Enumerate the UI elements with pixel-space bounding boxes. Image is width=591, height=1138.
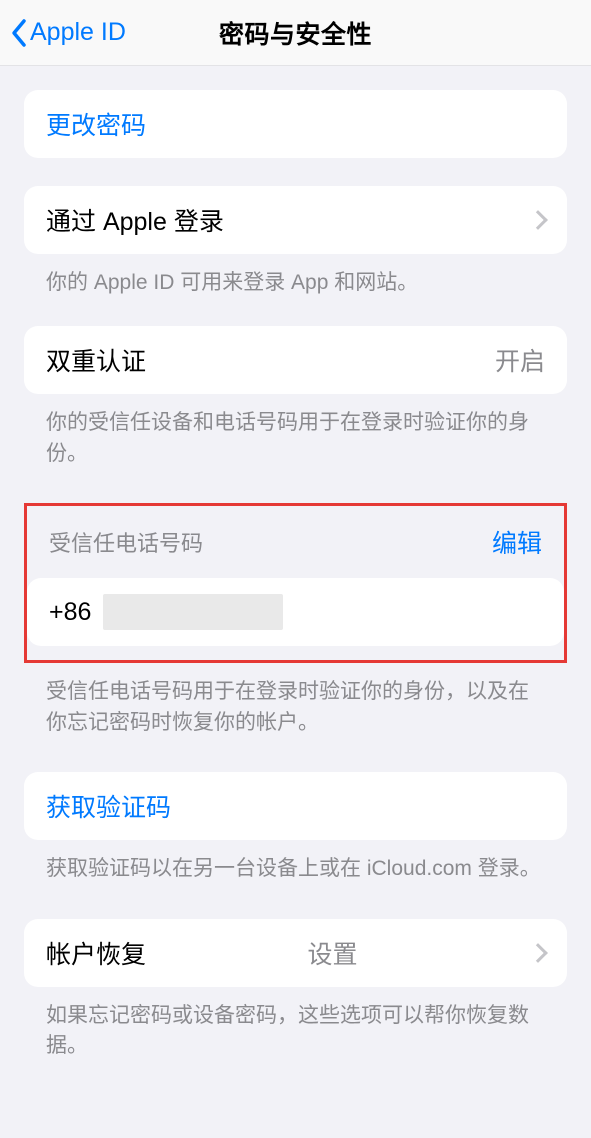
- group-change-password: 更改密码: [0, 90, 591, 158]
- trusted-phone-note: 受信任电话号码用于在登录时验证你的身份，以及在你忘记密码时恢复你的帐户。: [0, 663, 591, 738]
- sign-in-with-apple-note: 你的 Apple ID 可用来登录 App 和网站。: [24, 254, 567, 298]
- group-sign-in-with-apple: 通过 Apple 登录 你的 Apple ID 可用来登录 App 和网站。: [0, 186, 591, 298]
- group-trusted-phone: 受信任电话号码 编辑 +86: [24, 503, 567, 663]
- account-recovery-value: 设置: [308, 935, 358, 971]
- two-factor-row[interactable]: 双重认证 开启: [24, 326, 567, 394]
- change-password-label: 更改密码: [46, 106, 146, 142]
- account-recovery-row[interactable]: 帐户恢复 设置: [24, 919, 567, 987]
- sign-in-with-apple-label: 通过 Apple 登录: [46, 202, 224, 238]
- sign-in-with-apple-row[interactable]: 通过 Apple 登录: [24, 186, 567, 254]
- back-label: Apple ID: [30, 18, 126, 47]
- account-recovery-note: 如果忘记密码或设备密码，这些选项可以帮你恢复数据。: [24, 987, 567, 1062]
- trusted-phone-prefix: +86: [49, 598, 91, 627]
- two-factor-note: 你的受信任设备和电话号码用于在登录时验证你的身份。: [24, 394, 567, 469]
- content: 更改密码 通过 Apple 登录 你的 Apple ID 可用来登录 App 和…: [0, 90, 591, 1102]
- change-password-row[interactable]: 更改密码: [24, 90, 567, 158]
- two-factor-label: 双重认证: [46, 342, 146, 378]
- get-code-label: 获取验证码: [46, 788, 171, 824]
- get-code-row[interactable]: 获取验证码: [24, 772, 567, 840]
- trusted-phone-edit-button[interactable]: 编辑: [492, 524, 542, 560]
- trusted-phone-row[interactable]: +86: [27, 578, 564, 646]
- group-get-code: 获取验证码 获取验证码以在另一台设备上或在 iCloud.com 登录。: [0, 772, 591, 884]
- back-button[interactable]: Apple ID: [10, 0, 126, 65]
- two-factor-value: 开启: [495, 342, 545, 378]
- get-code-note: 获取验证码以在另一台设备上或在 iCloud.com 登录。: [24, 840, 567, 884]
- group-account-recovery: 帐户恢复 设置 如果忘记密码或设备密码，这些选项可以帮你恢复数据。: [0, 919, 591, 1062]
- account-recovery-label: 帐户恢复: [46, 935, 146, 971]
- navbar: Apple ID 密码与安全性: [0, 0, 591, 66]
- trusted-phone-header: 受信任电话号码: [49, 526, 203, 558]
- group-two-factor: 双重认证 开启 你的受信任设备和电话号码用于在登录时验证你的身份。: [0, 326, 591, 469]
- chevron-left-icon: [10, 18, 28, 48]
- trusted-phone-redacted: [103, 594, 283, 630]
